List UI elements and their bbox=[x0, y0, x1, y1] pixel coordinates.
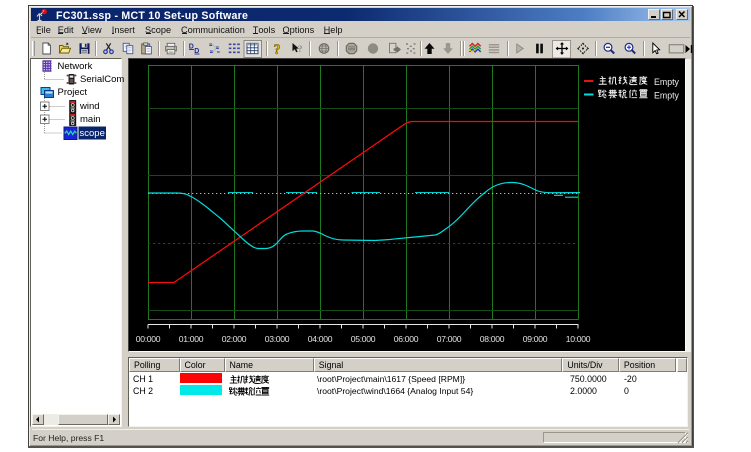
svg-text:?: ? bbox=[274, 42, 281, 58]
svg-text:09:000: 09:000 bbox=[523, 334, 548, 344]
svg-text:08:000: 08:000 bbox=[480, 334, 505, 344]
svg-text:02:000: 02:000 bbox=[222, 334, 247, 344]
svg-text:10:000: 10:000 bbox=[566, 334, 591, 344]
svg-text:01:000: 01:000 bbox=[179, 334, 204, 344]
svg-text:?: ? bbox=[298, 45, 303, 55]
svg-text:07:000: 07:000 bbox=[437, 334, 462, 344]
svg-text:00:000: 00:000 bbox=[136, 334, 161, 344]
svg-text:05:000: 05:000 bbox=[351, 334, 376, 344]
svg-text:06:000: 06:000 bbox=[394, 334, 419, 344]
svg-text:Empty: Empty bbox=[654, 91, 680, 101]
svg-text:03:000: 03:000 bbox=[265, 334, 290, 344]
svg-text:Empty: Empty bbox=[654, 77, 680, 87]
svg-text:04:000: 04:000 bbox=[308, 334, 333, 344]
